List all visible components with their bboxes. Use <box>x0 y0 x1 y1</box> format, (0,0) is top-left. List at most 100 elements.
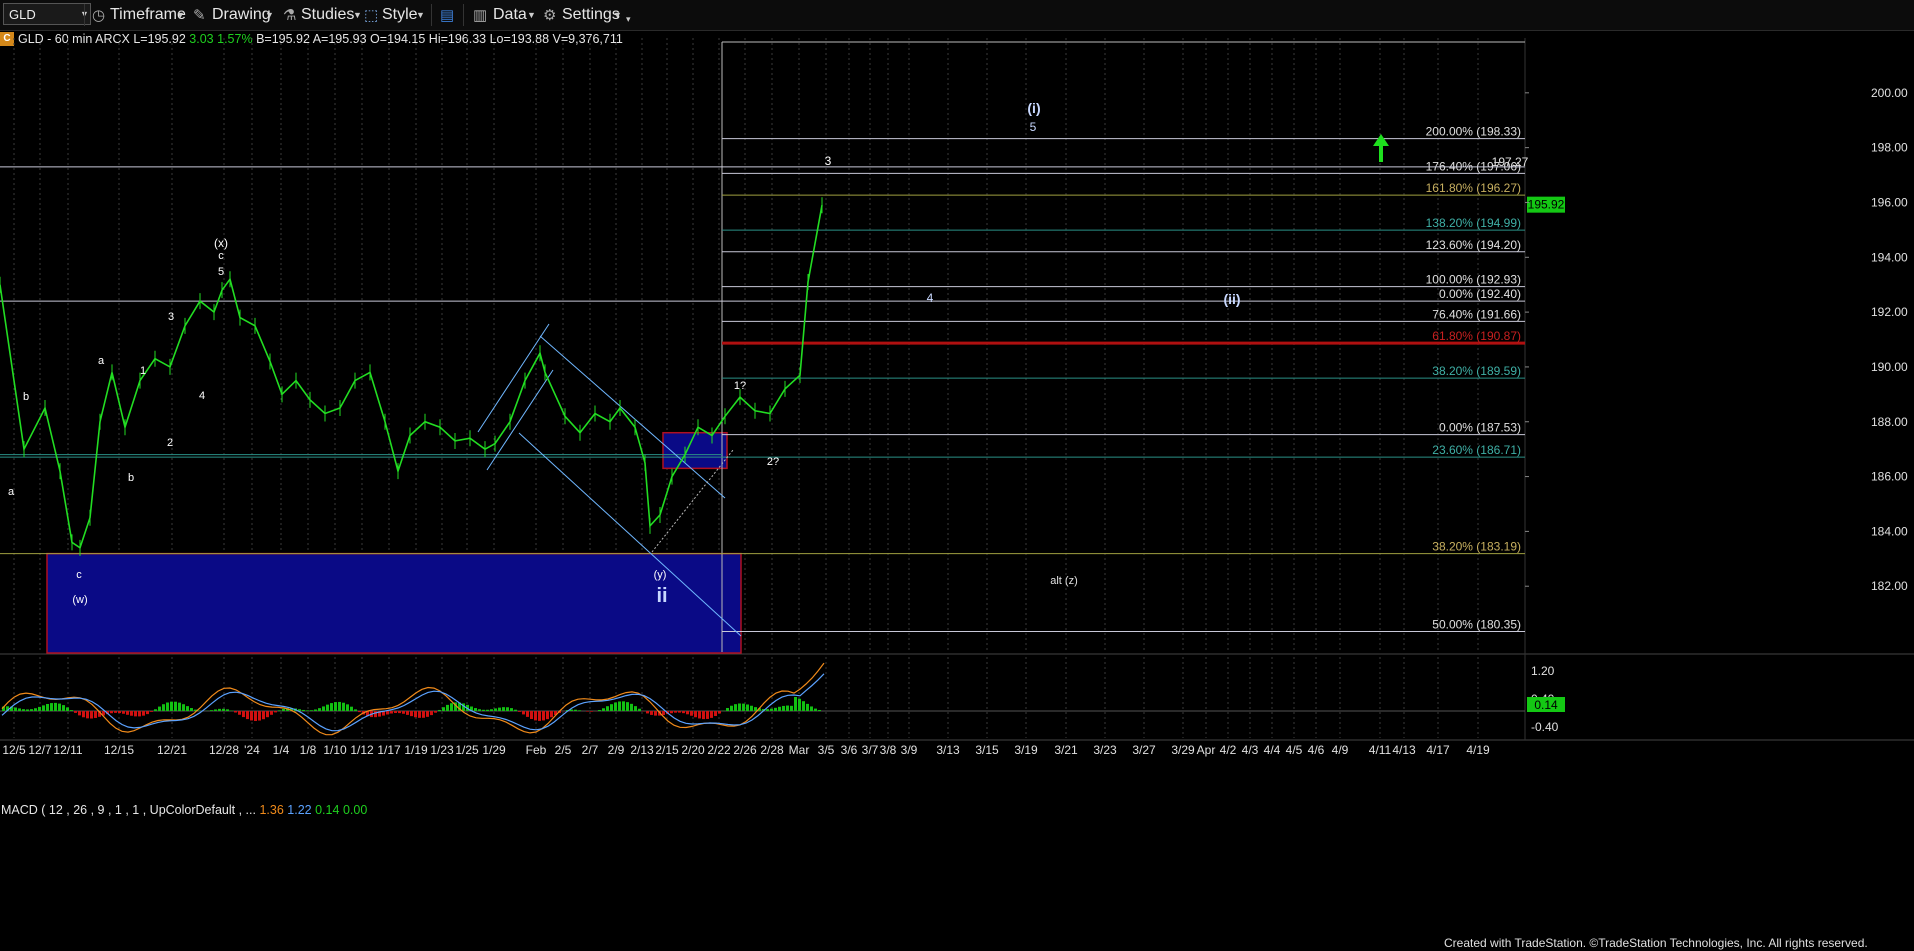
macd-histogram-bar <box>442 707 445 711</box>
macd-histogram-bar <box>326 704 329 711</box>
wave-labels: (i)53 197.27(x)c53a1b 42abc(w)4 (ii)1?2?(y)… <box>8 100 1529 607</box>
macd-histogram-bar <box>426 711 429 717</box>
macd-histogram-bar <box>238 711 241 715</box>
macd-histogram-bar <box>250 711 253 721</box>
wave-label: (y) <box>654 569 667 581</box>
x-tick-label: 4/3 <box>1242 743 1259 757</box>
macd-histogram-bar <box>654 711 657 716</box>
x-tick-label: 2/7 <box>582 743 599 757</box>
macd-histogram-bar <box>82 711 85 718</box>
wave-label: 5 <box>1030 120 1037 134</box>
macd-histogram-bar <box>318 708 321 711</box>
macd-histogram-bar <box>546 711 549 720</box>
macd-histogram-bar <box>122 711 125 714</box>
macd-histogram-bar <box>390 711 393 714</box>
macd-histogram-bar <box>142 711 145 716</box>
channel-line <box>477 323 550 433</box>
macd-histogram-bar <box>130 711 133 716</box>
macd-histogram-bar <box>578 710 581 711</box>
macd-histogram-bar <box>110 711 113 714</box>
macd-histogram-bar <box>126 711 129 715</box>
macd-histogram-bar <box>258 711 261 721</box>
wave-label: 197.27 <box>1492 155 1529 169</box>
macd-histogram-bar <box>778 706 781 711</box>
macd-histogram-bar <box>334 702 337 711</box>
wave-label: 1 <box>140 365 146 377</box>
x-tick-label: 2/15 <box>655 743 679 757</box>
x-tick-label: 12/28 <box>209 743 239 757</box>
macd-histogram-bar <box>386 711 389 715</box>
macd-histogram-bar <box>510 708 513 711</box>
wave-label: alt (z) <box>1050 575 1078 587</box>
histogram-value: 0.14 <box>315 803 340 817</box>
macd-histogram-bar <box>542 711 545 721</box>
macd-label: MACD ( 12 , 26 , 9 , 1 , 1 , UpColorDefa… <box>1 803 256 817</box>
zone-boxes <box>46 431 742 654</box>
wave-label: b <box>23 391 29 403</box>
macd-histogram-bar <box>730 705 733 711</box>
macd-histogram-bar <box>166 702 169 711</box>
x-tick-label: 3/29 <box>1171 743 1195 757</box>
x-tick-label: 4/17 <box>1426 743 1450 757</box>
macd-histogram-bar <box>550 711 553 718</box>
macd-histogram-bar <box>34 708 37 711</box>
macd-histogram-bar <box>710 711 713 718</box>
macd-histogram-bar <box>782 705 785 711</box>
y-tick-label: 200.00 <box>1871 86 1908 100</box>
fib-level-label: 38.20% (183.19) <box>1432 540 1521 554</box>
macd-histogram-bar <box>734 704 737 711</box>
macd-histogram-bar <box>726 707 729 711</box>
price-axis[interactable]: 182.00 184.00 186.00 188.00 190.00 192.00 194.… <box>1525 86 1908 593</box>
macd-histogram-bar <box>154 709 157 711</box>
macd-histogram-bar <box>750 705 753 711</box>
macd-histogram-bar <box>694 711 697 718</box>
macd-histogram-bar <box>650 711 653 715</box>
macd-histogram-bar <box>342 702 345 711</box>
x-tick-label: 3/15 <box>975 743 999 757</box>
macd-histogram-bar <box>182 704 185 711</box>
price-line <box>0 205 823 550</box>
y-tick-label: 196.00 <box>1871 195 1908 209</box>
macd-histogram-bar <box>270 711 273 715</box>
macd-histogram-bar <box>534 711 537 721</box>
x-tick-label: Apr <box>1197 743 1216 757</box>
y-tick-label: 192.00 <box>1871 305 1908 319</box>
fib-level-label: 38.20% (189.59) <box>1432 364 1521 378</box>
macd-histogram-bar <box>814 708 817 711</box>
fib-level-label: 138.20% (194.99) <box>1426 216 1521 230</box>
macd-histogram-bar <box>150 711 153 712</box>
macd-histogram-bar <box>358 711 361 713</box>
macd-histogram-bar <box>614 702 617 711</box>
macd-histogram-bar <box>498 707 501 711</box>
wave-label: 2? <box>767 456 779 468</box>
macd-histogram-bar <box>490 709 493 711</box>
x-tick-label: 2/28 <box>760 743 784 757</box>
macd-histogram-bar <box>14 707 17 711</box>
x-tick-label: 12/5 <box>2 743 26 757</box>
x-tick-label: 3/7 <box>862 743 879 757</box>
macd-histogram-bar <box>766 709 769 711</box>
zero-value: 0.00 <box>342 803 368 817</box>
macd-histogram-bar <box>302 709 305 711</box>
macd-histogram-bar <box>586 711 589 712</box>
x-tick-label: 3/6 <box>841 743 858 757</box>
fib-level-label: 200.00% (198.33) <box>1426 125 1521 139</box>
macd-histogram-bar <box>706 711 709 719</box>
date-axis[interactable]: 12/5 12/7 12/11 12/15 12/21 12/28 '24 1/4 1/8 1/1… <box>2 743 1490 757</box>
macd-histogram-bar <box>398 711 401 714</box>
x-tick-label: 2/5 <box>555 743 572 757</box>
x-tick-label: 1/23 <box>430 743 454 757</box>
macd-histogram-bar <box>670 711 673 714</box>
macd-histogram-bar <box>90 711 93 719</box>
signal-line <box>1 673 825 732</box>
macd-histogram-bar <box>502 707 505 711</box>
macd-histogram-bar <box>402 711 405 714</box>
macd-histogram-bar <box>346 704 349 711</box>
macd-histogram-bar <box>422 711 425 718</box>
macd-histogram-bar <box>234 711 237 713</box>
macd-histogram-bar <box>222 708 225 711</box>
macd-histogram-bar <box>474 708 477 711</box>
macd-histogram-bar <box>322 706 325 711</box>
macd-histogram-bar <box>646 711 649 714</box>
macd-histogram-bar <box>702 711 705 720</box>
